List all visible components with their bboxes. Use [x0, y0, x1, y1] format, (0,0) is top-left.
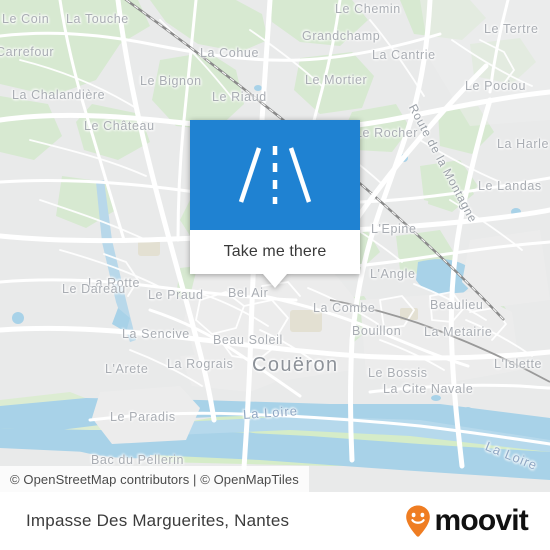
popup-body[interactable]: Take me there — [190, 230, 360, 274]
moovit-logo[interactable]: moovit — [405, 504, 529, 538]
moovit-pin-icon — [406, 505, 431, 537]
map-attribution: © OpenStreetMap contributors | © OpenMap… — [0, 466, 309, 492]
road-icon — [238, 146, 312, 204]
map-screenshot: Le Coin La Touche Le Chemin Le Tertre Carref… — [0, 0, 550, 550]
map-canvas[interactable]: Le Coin La Touche Le Chemin Le Tertre Carref… — [0, 0, 550, 492]
location-title: Impasse Des Marguerites, Nantes — [26, 511, 290, 530]
moovit-wordmark: moovit — [434, 504, 528, 537]
attribution-text: © OpenStreetMap contributors | © OpenMap… — [10, 471, 299, 487]
take-me-there-label: Take me there — [223, 243, 327, 260]
popup-pointer — [263, 274, 287, 288]
take-me-there-popup[interactable]: Take me there — [190, 120, 360, 288]
popup-header — [190, 120, 360, 230]
footer-bar: Impasse Des Marguerites, Nantes moovit — [0, 492, 550, 550]
